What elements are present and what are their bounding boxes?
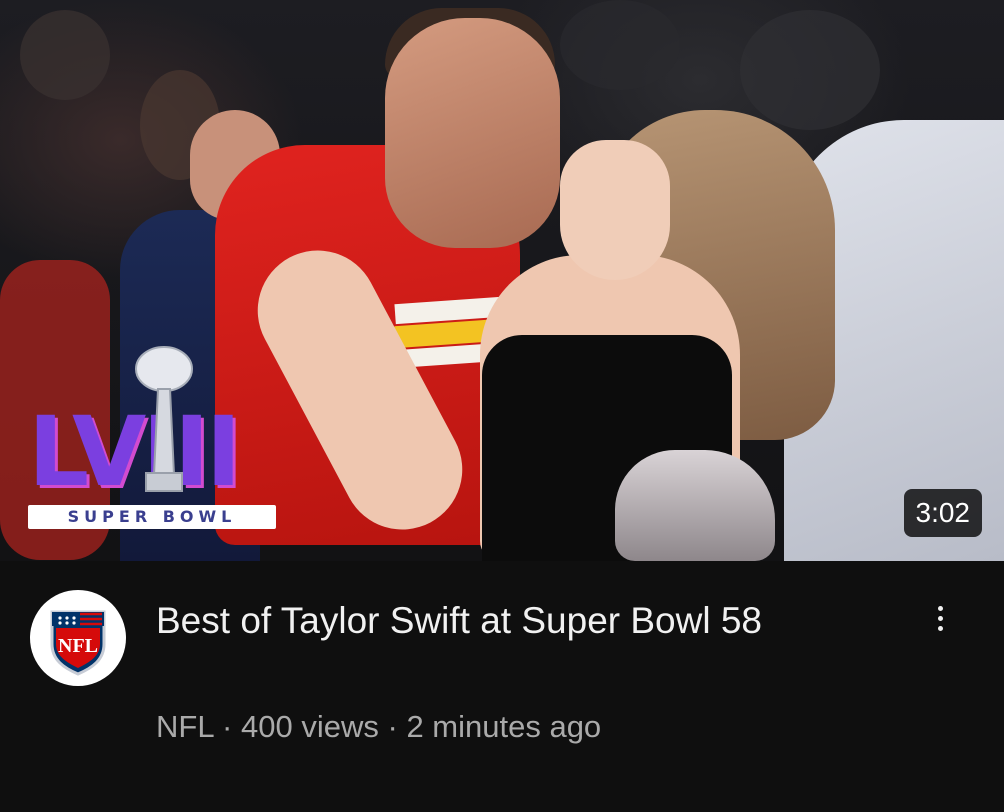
crowd-background [740,10,880,130]
trophy-icon [135,346,193,492]
view-count: 400 views [241,709,379,744]
kebab-dot [937,605,943,611]
woman-face [560,140,670,280]
video-thumbnail[interactable]: LVIII SUPER BOWL 3:02 [0,0,1004,561]
meta-separator: · [222,709,233,744]
more-vert-icon[interactable] [918,596,962,640]
channel-name[interactable]: NFL [156,709,213,744]
nfl-shield-icon: NFL [50,610,106,676]
nfl-letters: NFL [58,635,98,657]
kebab-dot [937,625,943,631]
channel-avatar[interactable]: NFL [30,590,126,686]
player-head [385,18,560,248]
crowd-background [20,10,110,100]
crowd-background [560,0,680,90]
kebab-dot [937,615,943,621]
video-metadata: NFL · 400 views · 2 minutes ago [156,707,601,747]
duration-badge: 3:02 [903,489,982,537]
video-title[interactable]: Best of Taylor Swift at Super Bowl 58 [156,596,876,646]
meta-separator: · [387,709,398,744]
cap [615,450,775,561]
super-bowl-banner: SUPER BOWL [28,505,276,529]
upload-age: 2 minutes ago [406,709,602,744]
super-bowl-logo: LVIII SUPER BOWL [28,345,276,530]
